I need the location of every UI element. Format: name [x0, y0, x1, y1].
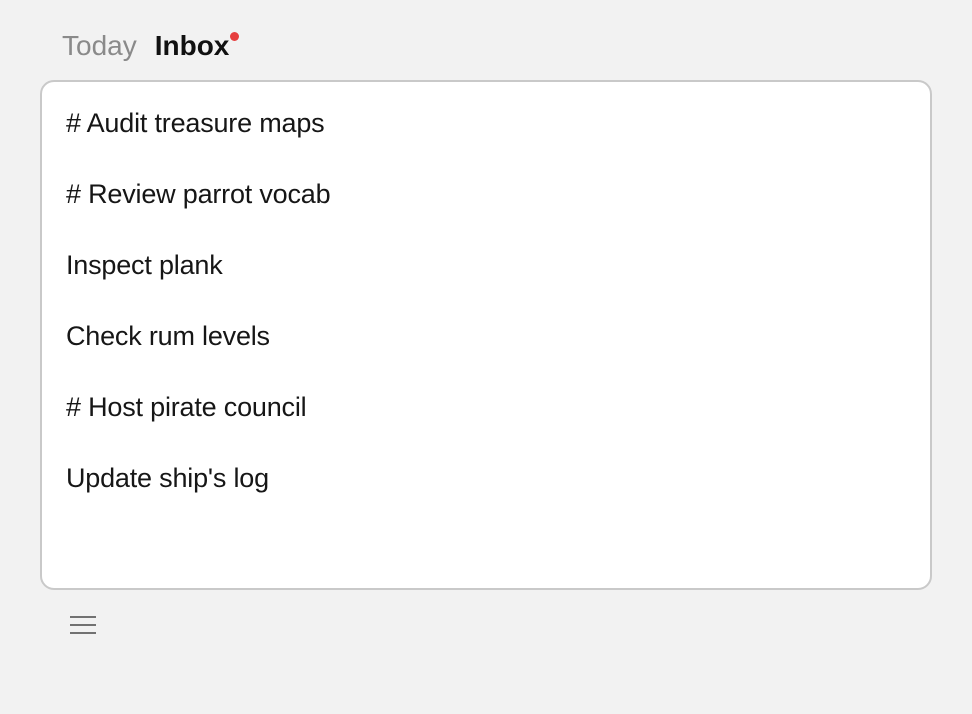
task-list: # Audit treasure maps # Review parrot vo…	[66, 108, 906, 494]
notification-dot-icon	[230, 32, 239, 41]
task-item[interactable]: # Host pirate council	[66, 392, 906, 423]
task-item[interactable]: # Review parrot vocab	[66, 179, 906, 210]
menu-button[interactable]	[64, 610, 102, 640]
tab-bar: Today Inbox	[40, 30, 932, 62]
tab-inbox-label: Inbox	[155, 30, 230, 61]
tab-inbox[interactable]: Inbox	[155, 30, 239, 62]
task-item[interactable]: Check rum levels	[66, 321, 906, 352]
hamburger-icon	[68, 614, 98, 636]
task-item[interactable]: Inspect plank	[66, 250, 906, 281]
footer	[40, 590, 932, 641]
tab-today[interactable]: Today	[62, 30, 137, 62]
task-item[interactable]: # Audit treasure maps	[66, 108, 906, 139]
task-card: # Audit treasure maps # Review parrot vo…	[40, 80, 932, 590]
task-item[interactable]: Update ship's log	[66, 463, 906, 494]
